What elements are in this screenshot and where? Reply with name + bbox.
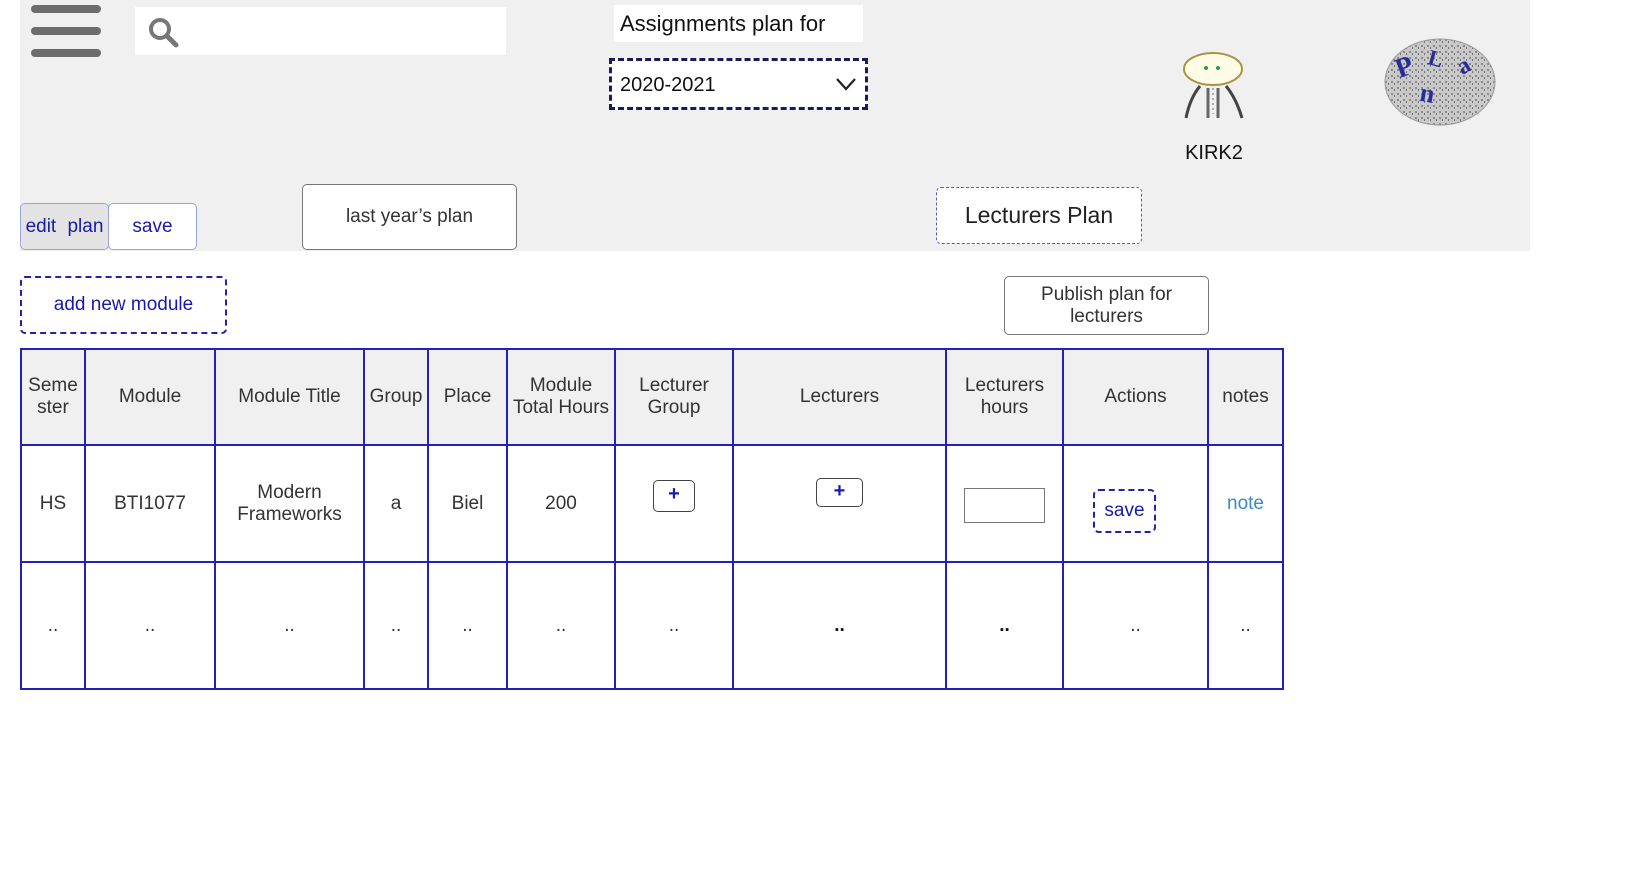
publish-plan-button[interactable]: Publish plan for lecturers (1004, 276, 1209, 335)
header-module: Module (84, 348, 216, 446)
cell-module-title: Modern Frameworks (214, 444, 365, 563)
add-lecturer-button[interactable]: + (816, 478, 863, 507)
header-lecturers: Lecturers (732, 348, 947, 446)
header-semester: Seme ster (20, 348, 86, 446)
header-module-title: Module Title (214, 348, 365, 446)
cell-placeholder: .. (214, 561, 365, 690)
cell-actions: save (1062, 444, 1209, 563)
row-save-button[interactable]: save (1093, 488, 1156, 533)
cell-semester: HS (20, 444, 86, 563)
note-link[interactable]: note (1227, 493, 1264, 514)
table-row: HS BTI1077 Modern Frameworks a Biel 200 … (20, 444, 1284, 563)
cell-placeholder: .. (732, 561, 947, 690)
cell-module: BTI1077 (84, 444, 216, 563)
year-select[interactable]: 2020-2021 (609, 58, 868, 110)
cell-lecturers: + (732, 444, 947, 563)
header-lecturers-hours: Lecturers hours (945, 348, 1064, 446)
cell-total-hours: 200 (506, 444, 616, 563)
year-select-value: 2020-2021 (620, 74, 716, 96)
cell-placeholder: .. (363, 561, 429, 690)
cell-placeholder: .. (1207, 561, 1284, 690)
header-notes: notes (1207, 348, 1284, 446)
search-box[interactable] (135, 7, 506, 57)
cell-placeholder: .. (614, 561, 734, 690)
chevron-down-icon (836, 78, 856, 91)
header-lecturer-group: Lecturer Group (614, 348, 734, 446)
cell-notes: note (1207, 444, 1284, 563)
add-lecturer-group-button[interactable]: + (653, 479, 695, 512)
search-input[interactable] (183, 7, 497, 57)
last-year-plan-button[interactable]: last year’s plan (302, 184, 517, 250)
cell-placeholder: .. (506, 561, 616, 690)
cell-placeholder: .. (427, 561, 508, 690)
save-button[interactable]: save (108, 203, 197, 250)
lecturers-hours-input[interactable] (964, 488, 1045, 523)
cell-placeholder: .. (20, 561, 86, 690)
user-name: KIRK2 (1185, 142, 1243, 164)
hamburger-menu-icon[interactable] (31, 5, 101, 57)
cell-group: a (363, 444, 429, 563)
table-row: .. .. .. .. .. .. .. .. .. .. .. (20, 561, 1284, 690)
cell-placeholder: .. (945, 561, 1064, 690)
user-avatar-icon[interactable] (1180, 48, 1246, 120)
logo-icon: P L a n (1384, 38, 1496, 126)
plan-title: Assignments plan for (614, 5, 863, 42)
assignments-table: Seme ster Module Module Title Group Plac… (20, 348, 1284, 690)
table-header-row: Seme ster Module Module Title Group Plac… (20, 348, 1284, 446)
header-actions: Actions (1062, 348, 1209, 446)
header-module-total-hours: Module Total Hours (506, 348, 616, 446)
cell-lecturers-hours (945, 444, 1064, 563)
cell-lecturer-group: + (614, 444, 734, 563)
search-icon (149, 18, 179, 48)
cell-place: Biel (427, 444, 508, 563)
edit-plan-button[interactable]: edit plan (20, 203, 109, 250)
cell-placeholder: .. (84, 561, 216, 690)
add-new-module-button[interactable]: add new module (20, 276, 227, 334)
lecturers-plan-button[interactable]: Lecturers Plan (936, 187, 1142, 244)
header-group: Group (363, 348, 429, 446)
cell-placeholder: .. (1062, 561, 1209, 690)
header-place: Place (427, 348, 508, 446)
